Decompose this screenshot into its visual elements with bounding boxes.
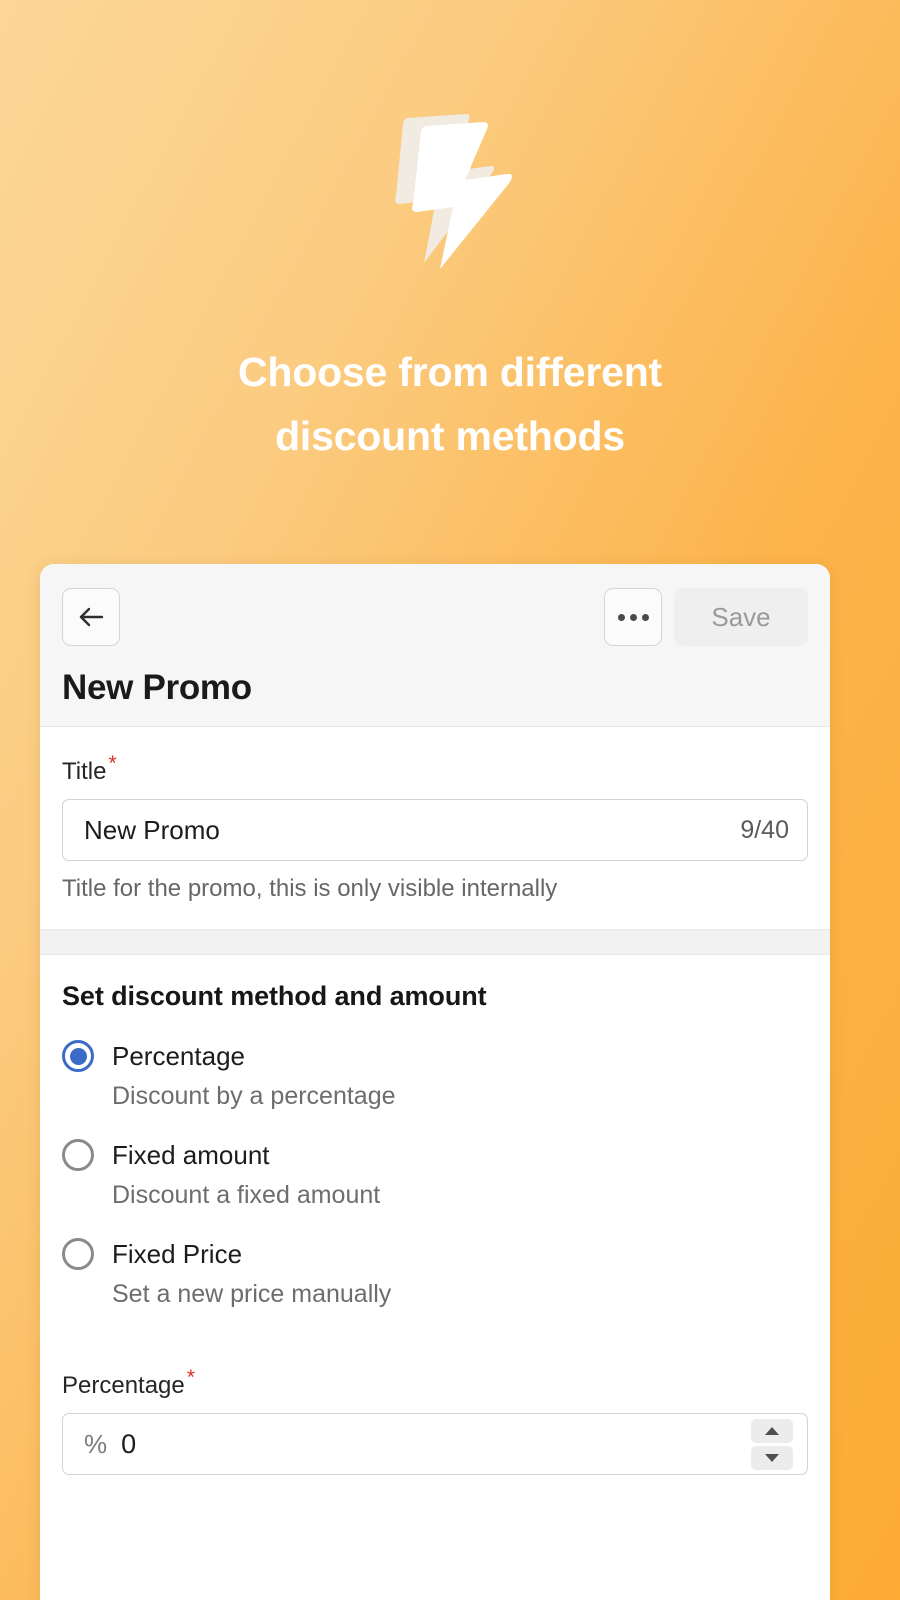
stepper-decrement-button[interactable] <box>751 1445 793 1470</box>
arrow-left-icon <box>77 605 105 629</box>
section-divider <box>40 929 830 955</box>
radio-description-fixed-amount: Discount a fixed amount <box>112 1181 381 1209</box>
lightning-bolt-icon <box>370 104 530 269</box>
title-help-text: Title for the promo, this is only visibl… <box>62 875 558 902</box>
quantity-stepper <box>751 1418 793 1470</box>
header-actions: Save <box>604 588 808 646</box>
card-header: Save New Promo <box>40 564 830 727</box>
radio-option-fixed-price[interactable]: Fixed Price Set a new price manually <box>62 1238 808 1309</box>
radio-label-percentage: Percentage <box>112 1040 245 1071</box>
promo-card: Save New Promo Title* New Promo 9/40 Tit… <box>40 564 830 1600</box>
more-options-button[interactable] <box>604 588 662 646</box>
radio-option-fixed-price-main: Fixed Price <box>62 1238 808 1270</box>
percentage-required-marker: * <box>186 1366 195 1389</box>
radio-option-percentage-main: Percentage <box>62 1040 808 1072</box>
hero-title-line-1: Choose from different <box>237 349 663 395</box>
discount-method-section: Set discount method and amount Percentag… <box>40 955 830 1501</box>
save-button[interactable]: Save <box>674 588 808 646</box>
title-label-text: Title <box>62 758 107 785</box>
back-button[interactable] <box>62 588 120 646</box>
title-input[interactable]: New Promo 9/40 <box>62 799 808 861</box>
stepper-increment-button[interactable] <box>751 1418 793 1443</box>
required-marker: * <box>108 752 117 775</box>
radio-button-fixed-price[interactable] <box>62 1238 94 1270</box>
caret-up-icon <box>765 1426 779 1435</box>
radio-description-fixed-price: Set a new price manually <box>112 1280 392 1308</box>
percentage-field-label: Percentage* <box>62 1367 808 1400</box>
percentage-input-value: 0 <box>121 1428 137 1459</box>
title-field-section: Title* New Promo 9/40 Title for the prom… <box>40 727 830 929</box>
percentage-input[interactable]: % 0 <box>62 1413 808 1475</box>
title-char-counter: 9/40 <box>740 815 789 844</box>
ellipsis-horizontal-icon <box>617 613 649 621</box>
percent-symbol: % <box>84 1428 108 1459</box>
caret-down-icon <box>765 1453 779 1462</box>
header-toolbar: Save <box>62 588 808 646</box>
onboarding-screen: Choose from different discount methods S… <box>0 0 900 1600</box>
hero-section: Choose from different discount methods <box>0 0 900 560</box>
hero-title: Choose from different discount methods <box>90 341 810 468</box>
percentage-label-text: Percentage <box>62 1372 185 1399</box>
radio-option-fixed-amount-main: Fixed amount <box>62 1139 808 1171</box>
radio-label-fixed-amount: Fixed amount <box>112 1139 270 1170</box>
discount-section-heading: Set discount method and amount <box>62 981 487 1011</box>
radio-button-fixed-amount[interactable] <box>62 1139 94 1171</box>
radio-option-fixed-amount[interactable]: Fixed amount Discount a fixed amount <box>62 1139 808 1210</box>
title-field-label: Title* <box>62 753 808 786</box>
title-input-value: New Promo <box>84 814 220 845</box>
page-title: New Promo <box>62 668 252 707</box>
hero-title-line-2: discount methods <box>275 412 625 459</box>
radio-button-percentage[interactable] <box>62 1040 94 1072</box>
radio-label-fixed-price: Fixed Price <box>112 1238 243 1269</box>
radio-description-percentage: Discount by a percentage <box>112 1082 396 1110</box>
radio-option-percentage[interactable]: Percentage Discount by a percentage <box>62 1040 808 1111</box>
